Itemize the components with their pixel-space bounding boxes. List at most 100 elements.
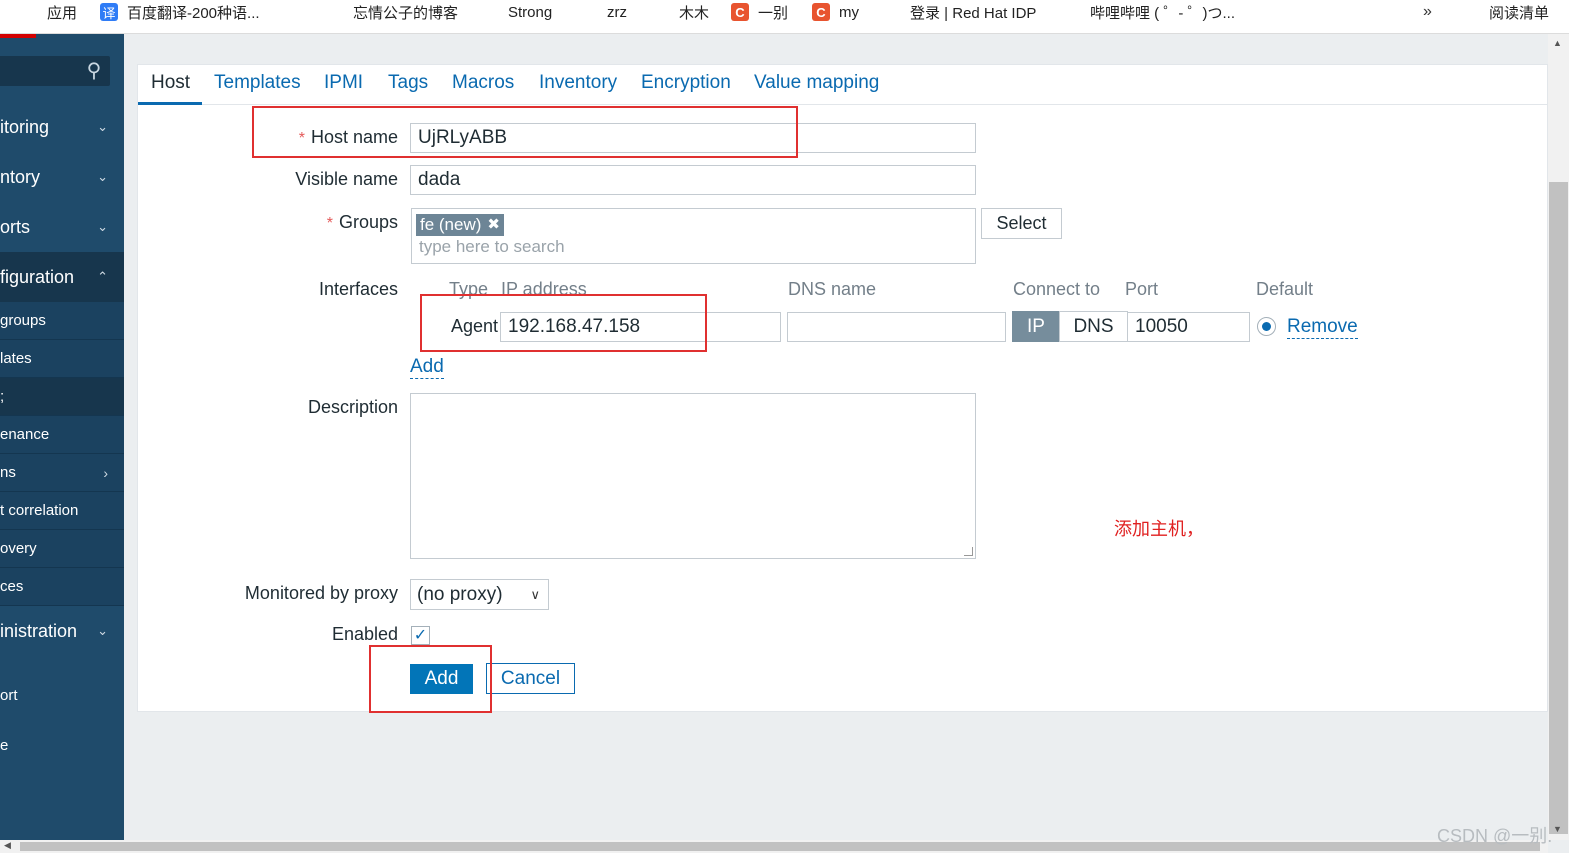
required-marker: * — [326, 215, 333, 232]
bilibili-icon: ▣ — [1065, 4, 1079, 19]
resize-handle-icon[interactable] — [964, 547, 973, 556]
groups-multiselect[interactable]: fe (new) ✖ type here to search — [411, 208, 976, 264]
chevron-down-icon: ⌄ — [97, 623, 108, 638]
sidebar-section-administration[interactable]: inistration ⌄ — [0, 606, 124, 656]
strong-icon: ➹ — [484, 4, 496, 19]
bookmark-yibie[interactable]: C 一别 — [731, 0, 788, 24]
description-label: Description — [307, 397, 398, 417]
sidebar-item-templates[interactable]: lates — [0, 340, 124, 378]
enabled-label: Enabled — [331, 624, 398, 644]
sidebar-section-monitoring[interactable]: itoring ⌄ — [0, 102, 124, 152]
sidebar-item-event-correlation[interactable]: t correlation — [0, 492, 124, 530]
reading-list-icon: ☰ — [1465, 4, 1477, 19]
sidebar-section-reports[interactable]: orts ⌄ — [0, 202, 124, 252]
vertical-scrollbar[interactable]: ▲ ▼ — [1548, 34, 1569, 840]
group-chip: fe (new) ✖ — [416, 214, 504, 236]
sidebar-item-support[interactable]: ort — [0, 675, 124, 715]
globe-icon: ◍ — [289, 4, 301, 19]
bookmark-zrz[interactable]: ◍ zrz — [580, 0, 627, 24]
tab-value-mapping[interactable]: Value mapping — [754, 72, 879, 94]
search-icon[interactable]: ⚲ — [82, 59, 106, 83]
csdn-icon: C — [731, 3, 749, 21]
translate-icon: 译 — [100, 3, 118, 21]
sidebar-section-inventory[interactable]: ntory ⌄ — [0, 152, 124, 202]
proxy-label: Monitored by proxy — [244, 583, 398, 603]
reading-list-button[interactable]: ☰ 阅读清单 — [1462, 0, 1549, 24]
bookmark-my[interactable]: C my — [812, 0, 859, 24]
tab-encryption[interactable]: Encryption — [641, 72, 731, 94]
chevron-down-icon: ⌄ — [97, 119, 108, 134]
annotation-box-host-name — [252, 106, 798, 158]
connect-to-dns-button[interactable]: DNS — [1059, 311, 1128, 342]
bookmark-mumu[interactable]: ᚼ 木木 — [652, 0, 709, 24]
visible-name-label: Visible name — [295, 169, 398, 189]
scroll-up-icon[interactable]: ▲ — [1553, 38, 1562, 48]
bookmark-globe[interactable]: ◍ — [286, 0, 313, 24]
tab-tags[interactable]: Tags — [388, 72, 428, 94]
column-connect-to: Connect to — [1013, 279, 1101, 299]
remove-chip-icon[interactable]: ✖ — [487, 214, 500, 236]
bookmark-apps[interactable]: ⠿ 应用 — [20, 0, 77, 24]
globe-icon: ◍ — [329, 4, 341, 19]
enabled-checkbox[interactable]: ✓ — [411, 626, 430, 645]
annotation-note: 添加主机， — [1114, 519, 1204, 539]
annotation-box-ip — [420, 294, 707, 352]
remove-interface-link[interactable]: Remove — [1287, 316, 1358, 339]
sidebar: ⚲ itoring ⌄ ntory ⌄ orts ⌄ figuration ⌃ … — [0, 34, 124, 840]
default-interface-radio[interactable] — [1257, 317, 1276, 336]
horizontal-scroll-thumb[interactable] — [20, 842, 1540, 851]
figure-icon: ᚼ — [657, 4, 665, 20]
visible-name-input[interactable]: dada — [410, 165, 976, 195]
vertical-scroll-thumb[interactable] — [1549, 182, 1568, 834]
column-default: Default — [1256, 279, 1314, 299]
sidebar-item-host-groups[interactable]: groups — [0, 302, 124, 340]
sidebar-item-actions[interactable]: ns › — [0, 454, 124, 492]
port-input[interactable]: 10050 — [1127, 312, 1250, 342]
groups-label: * Groups — [326, 212, 398, 232]
apps-grid-icon: ⠿ — [25, 4, 35, 19]
watermark: CSDN @一别. — [1437, 826, 1553, 846]
sidebar-item-hosts[interactable]: ; — [0, 378, 124, 416]
tab-ipmi[interactable]: IPMI — [324, 72, 363, 94]
bookmarks-overflow-button[interactable]: » — [1423, 0, 1432, 24]
dns-name-input[interactable] — [787, 312, 1006, 342]
scroll-down-icon[interactable]: ▼ — [1553, 824, 1562, 834]
logo — [0, 34, 36, 38]
annotation-box-add — [369, 645, 492, 713]
scroll-left-icon[interactable]: ◀ — [4, 840, 11, 851]
globe-icon: ◍ — [583, 4, 595, 19]
bookmark-bilibili[interactable]: ▣ 哔哩哔哩 ( ゜- ゜)つ... — [1063, 0, 1235, 24]
csdn-icon: C — [812, 3, 830, 21]
bookmark-redhat[interactable]: ▲ 登录 | Red Hat IDP — [883, 0, 1037, 24]
tab-templates[interactable]: Templates — [214, 72, 301, 94]
description-textarea[interactable] — [410, 393, 976, 559]
active-tab-indicator — [138, 102, 202, 105]
host-form-panel: Host Templates IPMI Tags Macros Inventor… — [137, 64, 1549, 713]
chevron-down-icon: ⌄ — [97, 169, 108, 184]
bookmarks-bar: ⠿ 应用 译 百度翻译-200种语... ◍ ◍ 忘情公子的博客 ➹ Stron… — [0, 0, 1569, 34]
cancel-button[interactable]: Cancel — [486, 663, 575, 694]
add-interface-link[interactable]: Add — [410, 356, 444, 379]
proxy-select[interactable]: (no proxy) ∨ — [410, 579, 549, 610]
select-groups-button[interactable]: Select — [981, 208, 1062, 239]
sidebar-item-maintenance[interactable]: enance — [0, 416, 124, 454]
tab-host[interactable]: Host — [151, 72, 190, 94]
bookmark-baidu-translate[interactable]: 译 百度翻译-200种语... — [100, 0, 260, 24]
horizontal-scrollbar[interactable]: ◀ — [0, 840, 1548, 853]
redhat-icon: ▲ — [885, 4, 899, 20]
connect-to-ip-button[interactable]: IP — [1012, 311, 1060, 342]
tab-macros[interactable]: Macros — [452, 72, 514, 94]
sidebar-section-configuration[interactable]: figuration ⌃ — [0, 252, 124, 302]
tab-bar: Host Templates IPMI Tags Macros Inventor… — [138, 65, 1549, 105]
chevron-down-icon: ⌄ — [97, 219, 108, 234]
bookmark-strong[interactable]: ➹ Strong — [481, 0, 553, 24]
column-dns-name: DNS name — [788, 279, 877, 299]
chevron-down-icon: ∨ — [530, 587, 540, 602]
sidebar-item-share[interactable]: e — [0, 725, 124, 765]
sidebar-item-discovery[interactable]: overy — [0, 530, 124, 568]
bookmark-blog[interactable]: ◍ 忘情公子的博客 — [326, 0, 458, 24]
groups-search-input[interactable]: type here to search — [419, 237, 565, 257]
chevron-right-icon: › — [103, 464, 108, 481]
sidebar-item-services[interactable]: ces — [0, 568, 124, 606]
tab-inventory[interactable]: Inventory — [539, 72, 617, 94]
